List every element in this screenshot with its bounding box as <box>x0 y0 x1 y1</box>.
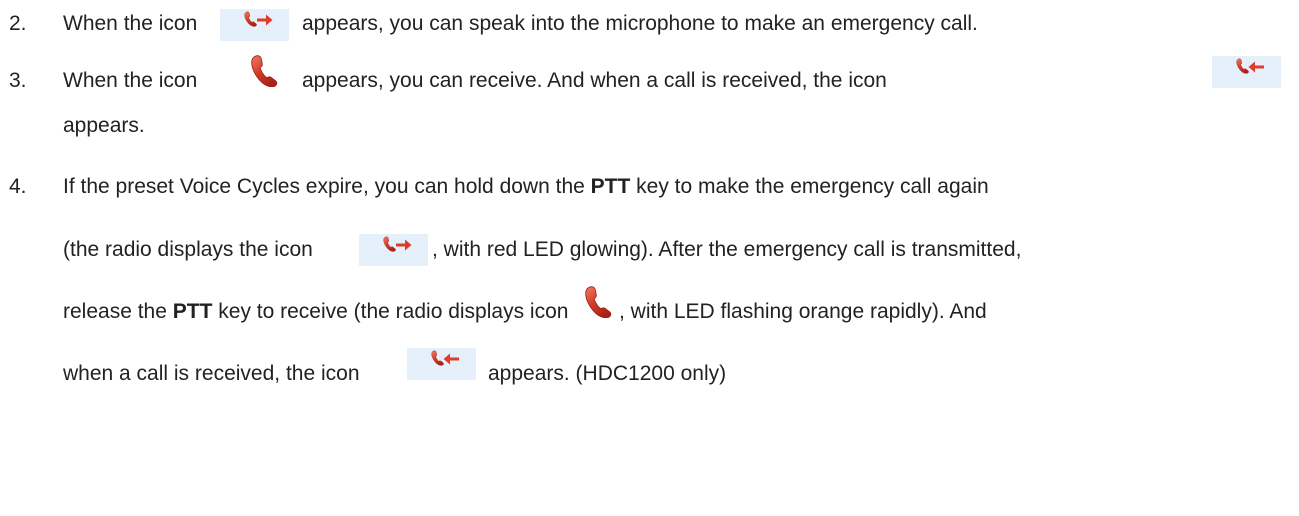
call-receive-icon <box>407 348 476 380</box>
call-idle-icon <box>585 286 612 318</box>
item-text: appears, you can receive. And when a cal… <box>302 69 887 92</box>
ptt-key-label: PTT <box>172 300 213 323</box>
item-text: release the PTT key to receive (the radi… <box>63 300 569 323</box>
call-transmit-icon <box>220 9 289 41</box>
call-idle-icon <box>251 55 278 87</box>
item-text: When the icon <box>63 12 198 35</box>
call-transmit-icon <box>359 234 428 266</box>
item-number: 2. <box>9 12 27 35</box>
item-text: appears. <box>63 114 145 137</box>
item-text: when a call is received, the icon <box>63 362 360 385</box>
item-number: 4. <box>9 175 27 198</box>
item-text: (the radio displays the icon <box>63 238 313 261</box>
item-text: When the icon <box>63 69 198 92</box>
item-text: If the preset Voice Cycles expire, you c… <box>63 175 989 198</box>
call-receive-icon <box>1212 56 1281 88</box>
item-number: 3. <box>9 69 27 92</box>
item-text: appears. (HDC1200 only) <box>488 362 727 385</box>
item-text: appears, you can speak into the micropho… <box>302 12 978 35</box>
item-text: , with red LED glowing). After the emerg… <box>432 238 1022 261</box>
ptt-key-label: PTT <box>590 175 631 198</box>
item-text: , with LED flashing orange rapidly). And <box>619 300 987 323</box>
